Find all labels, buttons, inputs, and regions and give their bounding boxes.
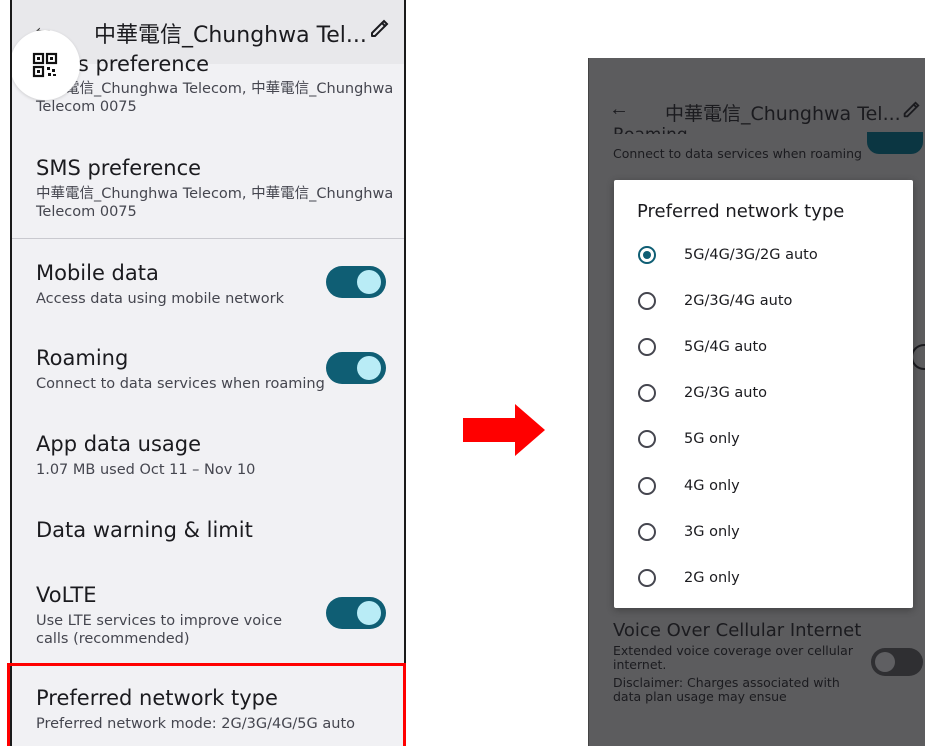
edit-pencil-icon[interactable] xyxy=(901,100,921,120)
option-label: 5G/4G/3G/2G auto xyxy=(684,247,818,263)
page-title: 中華電信_Chunghwa Tel... xyxy=(94,23,367,48)
roaming-toggle[interactable] xyxy=(326,352,386,384)
roaming-title: Roaming xyxy=(613,120,688,134)
option-label: 5G/4G auto xyxy=(684,339,768,355)
sms-preference-title: SMS preference xyxy=(36,156,202,180)
option-label: 4G only xyxy=(684,478,740,494)
option-label: 3G only xyxy=(684,524,740,540)
right-arrow-icon xyxy=(463,404,545,456)
sms-preference-subtitle: 中華電信_Chunghwa Telecom, 中華電信_Chunghwa Tel… xyxy=(36,186,394,220)
data-warning-limit-item[interactable]: Data warning & limit xyxy=(36,517,394,543)
option-2g-3g-auto[interactable]: 2G/3G auto xyxy=(614,373,913,413)
option-5g-4g-auto[interactable]: 5G/4G auto xyxy=(614,327,913,367)
preferred-network-type-dialog: Preferred network type 5G/4G/3G/2G auto … xyxy=(614,180,913,608)
option-5g-4g-3g-2g-auto[interactable]: 5G/4G/3G/2G auto xyxy=(614,235,913,275)
dialog-title: Preferred network type xyxy=(637,201,845,222)
radio-icon[interactable] xyxy=(638,292,656,310)
option-2g-3g-4g-auto[interactable]: 2G/3G/4G auto xyxy=(614,281,913,321)
divider xyxy=(12,238,404,239)
qr-code-icon[interactable] xyxy=(12,30,80,100)
option-3g-only[interactable]: 3G only xyxy=(614,512,913,552)
data-warning-limit-title: Data warning & limit xyxy=(36,518,253,542)
voice-over-cellular-title: Voice Over Cellular Internet xyxy=(613,620,862,641)
calls-preference-subtitle: 中華電信_Chunghwa Telecom, 中華電信_Chunghwa Tel… xyxy=(36,81,394,115)
option-4g-only[interactable]: 4G only xyxy=(614,466,913,506)
sms-preference-item[interactable]: SMS preference 中華電信_Chunghwa Telecom, 中華… xyxy=(36,155,394,221)
calls-preference-item[interactable]: 中華電信_Chunghwa Telecom, 中華電信_Chunghwa Tel… xyxy=(36,80,394,116)
background-toggle xyxy=(911,344,925,370)
roaming-subtitle: Connect to data services when roaming xyxy=(613,146,862,161)
option-label: 5G only xyxy=(684,431,740,447)
back-arrow-icon[interactable]: ← xyxy=(609,98,629,121)
left-settings-screen: ← 中華電信_Chunghwa Tel... ls preference 中華電… xyxy=(10,0,406,746)
page-title: 中華電信_Chunghwa Tel... xyxy=(665,103,901,125)
radio-icon[interactable] xyxy=(638,477,656,495)
app-data-usage-item[interactable]: App data usage 1.07 MB used Oct 11 – Nov… xyxy=(36,431,394,479)
right-settings-screen: ← 中華電信_Chunghwa Tel... Roaming Connect t… xyxy=(588,58,925,746)
option-label: 2G/3G auto xyxy=(684,385,768,401)
option-label: 2G only xyxy=(684,570,740,586)
highlight-box xyxy=(7,663,406,746)
voice-over-cellular-toggle[interactable] xyxy=(871,648,923,676)
radio-selected-icon[interactable] xyxy=(638,246,656,264)
app-data-usage-title: App data usage xyxy=(36,432,202,456)
radio-icon[interactable] xyxy=(638,384,656,402)
app-data-usage-subtitle: 1.07 MB used Oct 11 – Nov 10 xyxy=(36,462,256,478)
mobile-data-toggle[interactable] xyxy=(326,266,386,298)
edit-pencil-icon[interactable] xyxy=(368,18,390,40)
option-5g-only[interactable]: 5G only xyxy=(614,419,913,459)
volte-toggle[interactable] xyxy=(326,597,386,629)
radio-icon[interactable] xyxy=(638,523,656,541)
roaming-toggle[interactable] xyxy=(867,132,923,154)
radio-icon[interactable] xyxy=(638,569,656,587)
calls-preference-title: ls preference xyxy=(72,52,210,76)
radio-icon[interactable] xyxy=(638,338,656,356)
volte-subtitle: Use LTE services to improve voice calls … xyxy=(36,613,283,647)
option-2g-only[interactable]: 2G only xyxy=(614,558,913,598)
radio-icon[interactable] xyxy=(638,430,656,448)
disclaimer-text: Disclaimer: Charges associated with data… xyxy=(613,675,840,704)
option-label: 2G/3G/4G auto xyxy=(684,293,793,309)
voice-over-cellular-subtitle: Extended voice coverage over cellular in… xyxy=(613,643,853,672)
